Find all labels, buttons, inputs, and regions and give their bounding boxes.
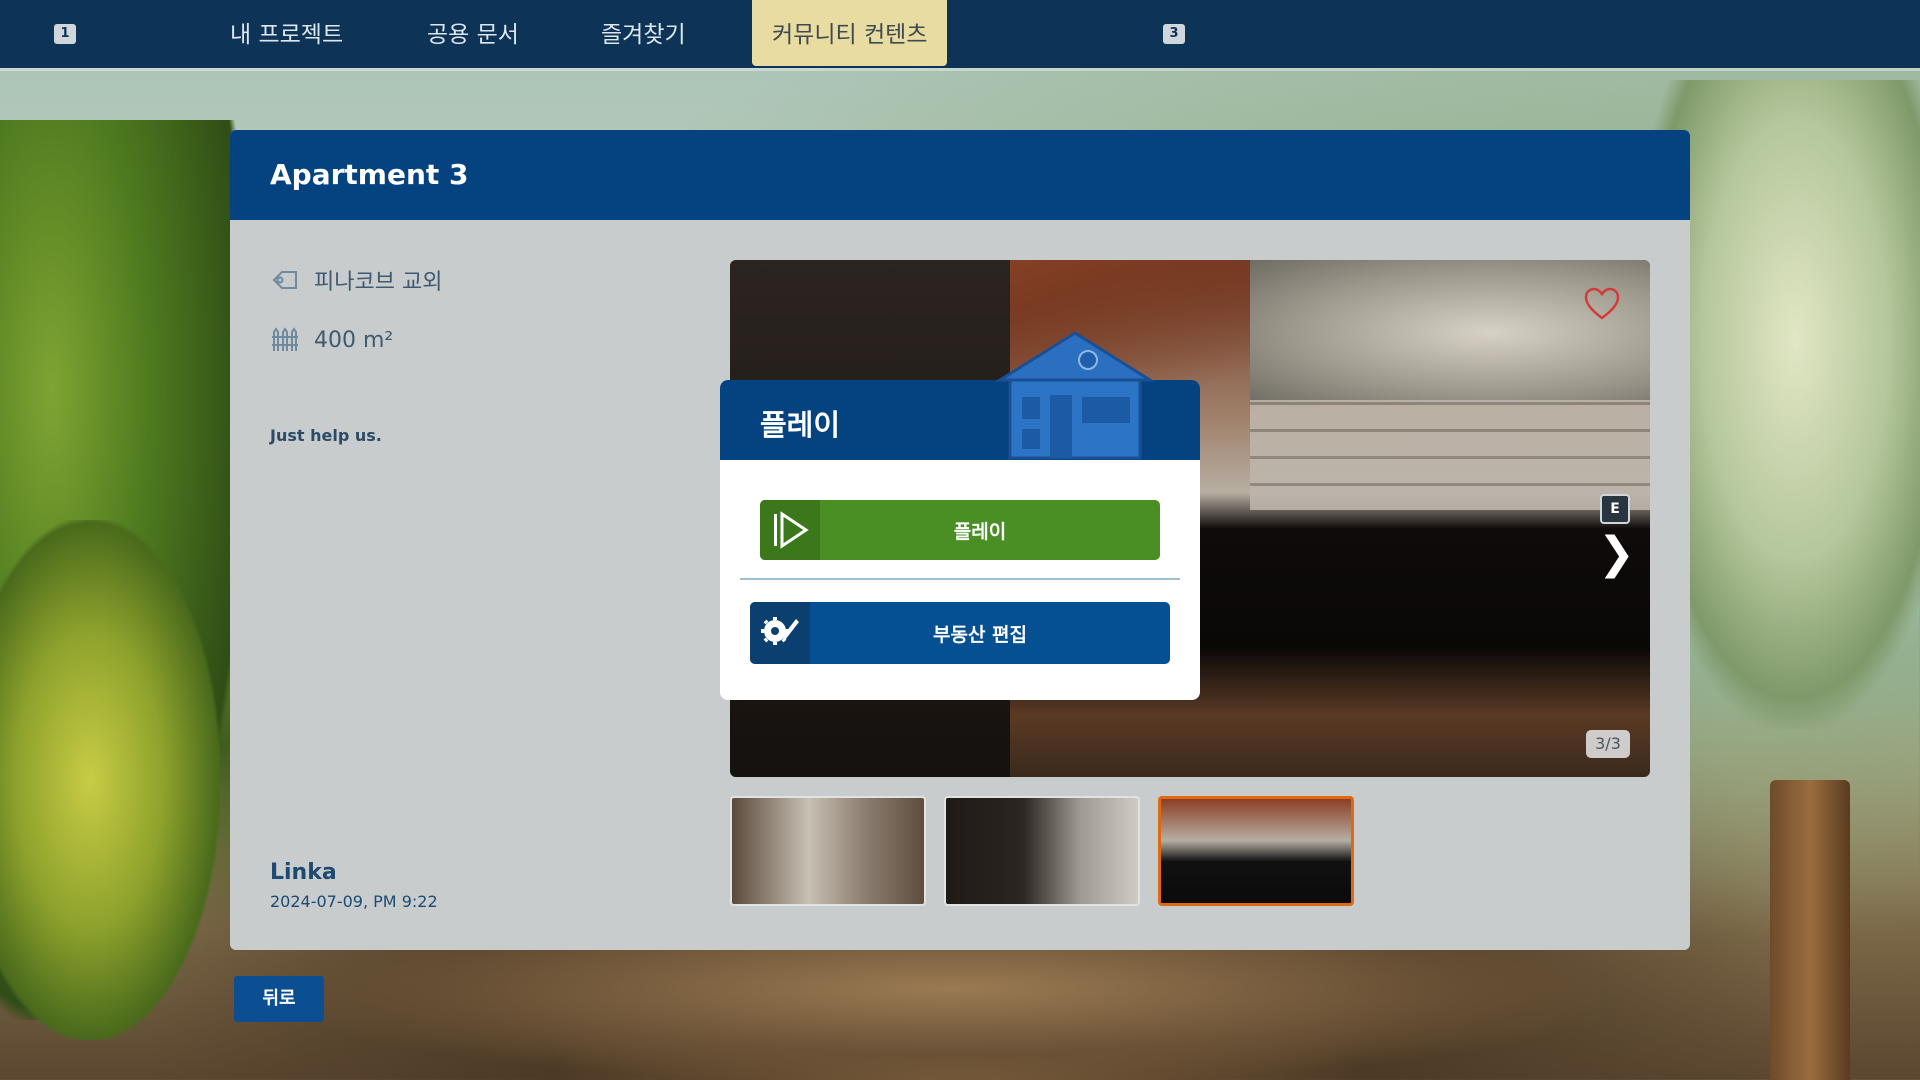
tab-community-content[interactable]: 커뮤니티 컨텐츠 <box>752 0 948 66</box>
preview-mural <box>1250 260 1650 405</box>
publish-date: 2024-07-09, PM 9:22 <box>270 892 438 911</box>
play-icon <box>760 500 820 560</box>
image-counter: 3/3 <box>1586 730 1630 758</box>
play-modal: 플레이 플레이 부동산 편집 <box>720 331 1200 700</box>
play-button-label: 플레이 <box>953 520 1007 543</box>
top-navigation: 1 내 프로젝트 공용 문서 즐겨찾기 커뮤니티 컨텐츠 3 <box>0 0 1920 68</box>
ground-scenery <box>300 950 1600 1080</box>
location-icon <box>272 271 297 289</box>
thumbnail-1[interactable] <box>730 796 926 906</box>
thumbnail-3-selected[interactable] <box>1158 796 1354 906</box>
panel-header: Apartment 3 <box>230 130 1690 220</box>
project-title: Apartment 3 <box>270 158 469 191</box>
tab-favorites[interactable]: 즐겨찾기 <box>601 0 686 68</box>
e-key-hint: E <box>1600 494 1630 524</box>
area-row: 400 m² <box>270 324 393 356</box>
tab-my-projects[interactable]: 내 프로젝트 <box>230 0 343 68</box>
favorite-heart-icon[interactable] <box>1582 284 1622 324</box>
area-text: 400 m² <box>314 327 394 353</box>
wooden-post <box>1770 780 1850 1080</box>
fence-icon <box>272 327 298 351</box>
location-row: 피나코브 교외 <box>270 264 442 296</box>
left-foliage-front <box>0 520 220 1040</box>
thumbnail-strip <box>730 796 1354 906</box>
edit-property-label: 부동산 편집 <box>932 623 1027 646</box>
prev-tab-key-hint: 1 <box>54 24 76 44</box>
house-icon <box>994 331 1156 460</box>
preview-brick-wall <box>1250 400 1650 510</box>
edit-property-button[interactable]: 부동산 편집 <box>750 602 1170 664</box>
modal-title: 플레이 <box>760 408 841 442</box>
thumbnail-2[interactable] <box>944 796 1140 906</box>
edit-gear-brush-icon <box>750 602 810 664</box>
next-image-arrow[interactable]: ❯ <box>1598 528 1635 579</box>
author-name: Linka <box>270 860 337 885</box>
back-button[interactable]: 뒤로 <box>234 976 324 1022</box>
modal-divider <box>740 578 1180 580</box>
tab-shared-documents[interactable]: 공용 문서 <box>427 0 519 68</box>
location-text: 피나코브 교외 <box>314 270 443 295</box>
project-description: Just help us. <box>270 426 382 445</box>
next-tab-key-hint: 3 <box>1163 24 1185 44</box>
play-button[interactable]: 플레이 <box>760 500 1160 560</box>
